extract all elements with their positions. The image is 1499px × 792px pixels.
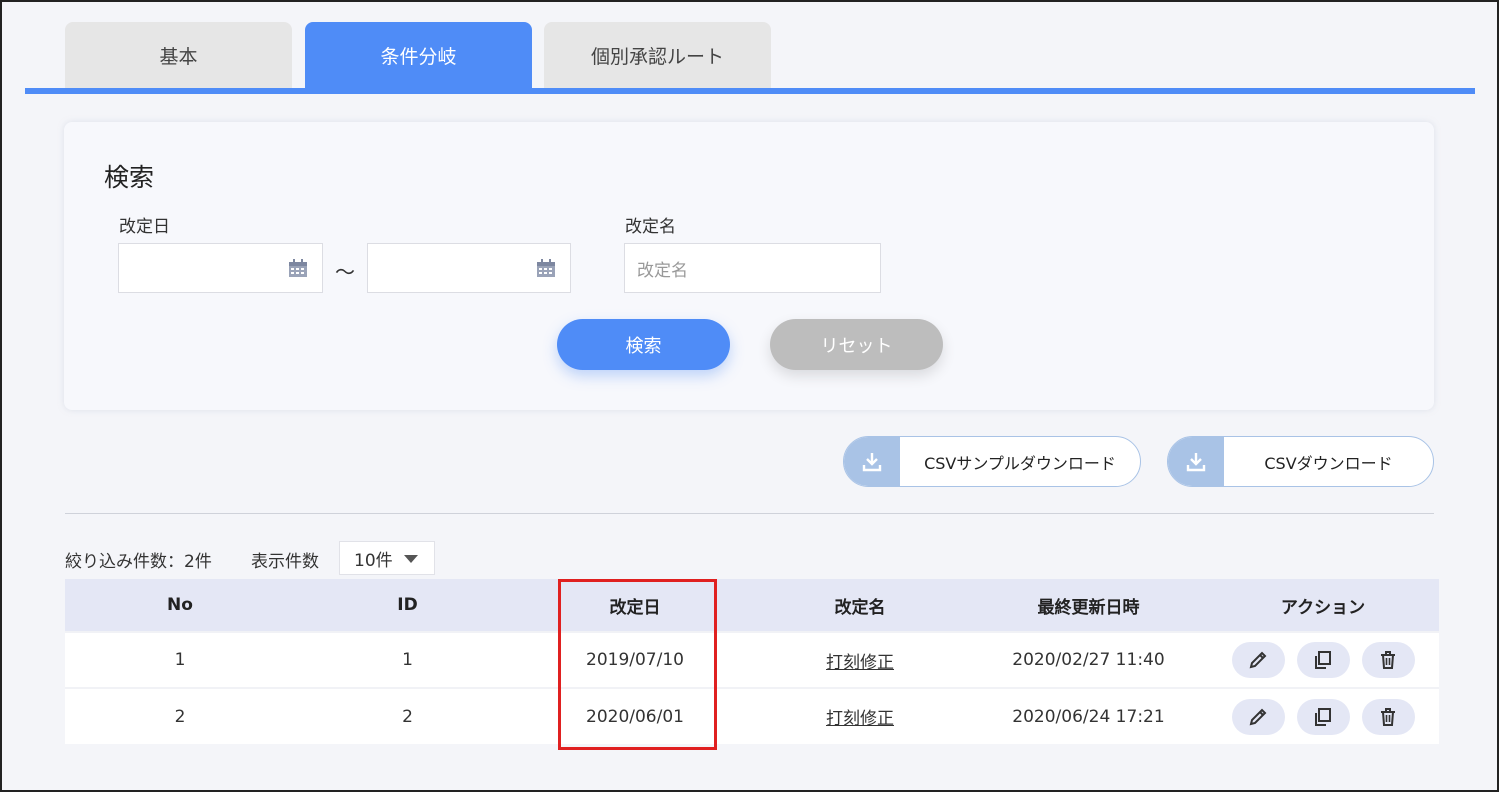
cell-actions: [1207, 632, 1439, 688]
header-id[interactable]: ID: [295, 579, 520, 632]
search-button[interactable]: 検索: [557, 319, 730, 370]
edit-button[interactable]: [1231, 642, 1285, 678]
download-icon: [844, 437, 900, 486]
chevron-down-icon: [404, 555, 418, 563]
table-header-row: No ID 改定日 改定名 最終更新日時 アクション: [65, 579, 1439, 632]
calendar-icon[interactable]: [536, 259, 556, 278]
tab-underline: [25, 88, 1475, 94]
revision-name-link[interactable]: 打刻修正: [826, 709, 894, 729]
table-row: 2 2 2020/06/01 打刻修正 2020/06/24 17:21: [65, 688, 1439, 744]
tab-conditional-branch[interactable]: 条件分岐: [305, 22, 532, 89]
cell-revision-date: 2020/06/01: [586, 706, 684, 727]
section-divider: [65, 513, 1434, 514]
pencil-icon: [1249, 651, 1267, 669]
pencil-icon: [1249, 708, 1267, 725]
header-actions: アクション: [1280, 597, 1366, 618]
trash-icon: [1381, 707, 1395, 726]
cell-revision-date: 2019/07/10: [586, 650, 684, 670]
search-panel: 検索 改定日 ～ 改定名 改定名 検索 リセット: [64, 122, 1434, 410]
cell-id: 2: [402, 706, 413, 727]
revision-table: No ID 改定日 改定名 最終更新日時 アクション 1 1 2019/07/1…: [65, 579, 1439, 744]
trash-icon: [1381, 651, 1395, 669]
csv-download-button[interactable]: CSVダウンロード: [1167, 436, 1434, 487]
header-revision-name[interactable]: 改定名: [750, 579, 970, 632]
revision-name-placeholder: 改定名: [637, 260, 688, 281]
filtered-count: 絞り込み件数：2件: [65, 552, 212, 572]
csv-sample-download-button[interactable]: CSVサンプルダウンロード: [843, 436, 1141, 487]
csv-sample-download-label: CSVサンプルダウンロード: [924, 453, 1116, 473]
cell-revision-name: 打刻修正: [750, 688, 970, 744]
search-title: 検索: [104, 163, 155, 192]
cell-no: 2: [174, 706, 186, 727]
cell-no: 1: [174, 650, 186, 670]
tab-individual-approval-route[interactable]: 個別承認ルート: [544, 22, 771, 89]
cell-actions: [1207, 688, 1439, 744]
date-to-input[interactable]: [367, 243, 571, 293]
delete-button[interactable]: [1361, 698, 1415, 735]
cell-last-updated: 2020/06/24 17:21: [1012, 706, 1165, 727]
per-page-value: 10件: [354, 550, 393, 571]
revision-date-label: 改定日: [119, 217, 170, 237]
revision-name-input[interactable]: 改定名: [624, 243, 881, 293]
cell-revision-name: 打刻修正: [750, 632, 970, 688]
per-page-label: 表示件数: [251, 552, 319, 572]
header-no[interactable]: No: [65, 579, 295, 632]
per-page-select[interactable]: 10件: [339, 541, 435, 575]
revision-name-link[interactable]: 打刻修正: [826, 653, 894, 673]
header-revision-date[interactable]: 改定日: [520, 579, 750, 632]
tab-basic[interactable]: 基本: [65, 22, 292, 89]
app-frame: 基本 条件分岐 個別承認ルート 検索 改定日 ～ 改定名 改定名 検索 リセット…: [0, 0, 1499, 792]
csv-download-label: CSVダウンロード: [1264, 453, 1393, 473]
edit-button[interactable]: [1231, 698, 1285, 735]
date-range-separator: ～: [335, 260, 355, 284]
revision-name-label: 改定名: [625, 217, 676, 237]
reset-button[interactable]: リセット: [770, 319, 943, 370]
cell-id: 1: [402, 650, 413, 670]
header-last-updated[interactable]: 最終更新日時: [970, 579, 1207, 632]
download-icon: [1168, 437, 1224, 486]
date-from-input[interactable]: [118, 243, 323, 293]
calendar-icon[interactable]: [288, 259, 308, 278]
copy-icon: [1315, 707, 1331, 726]
delete-button[interactable]: [1361, 642, 1415, 678]
copy-icon: [1315, 651, 1331, 669]
cell-last-updated: 2020/02/27 11:40: [1012, 650, 1165, 670]
copy-button[interactable]: [1296, 698, 1350, 735]
table-row: 1 1 2019/07/10 打刻修正 2020/02/27 11:40: [65, 632, 1439, 688]
copy-button[interactable]: [1296, 642, 1350, 678]
